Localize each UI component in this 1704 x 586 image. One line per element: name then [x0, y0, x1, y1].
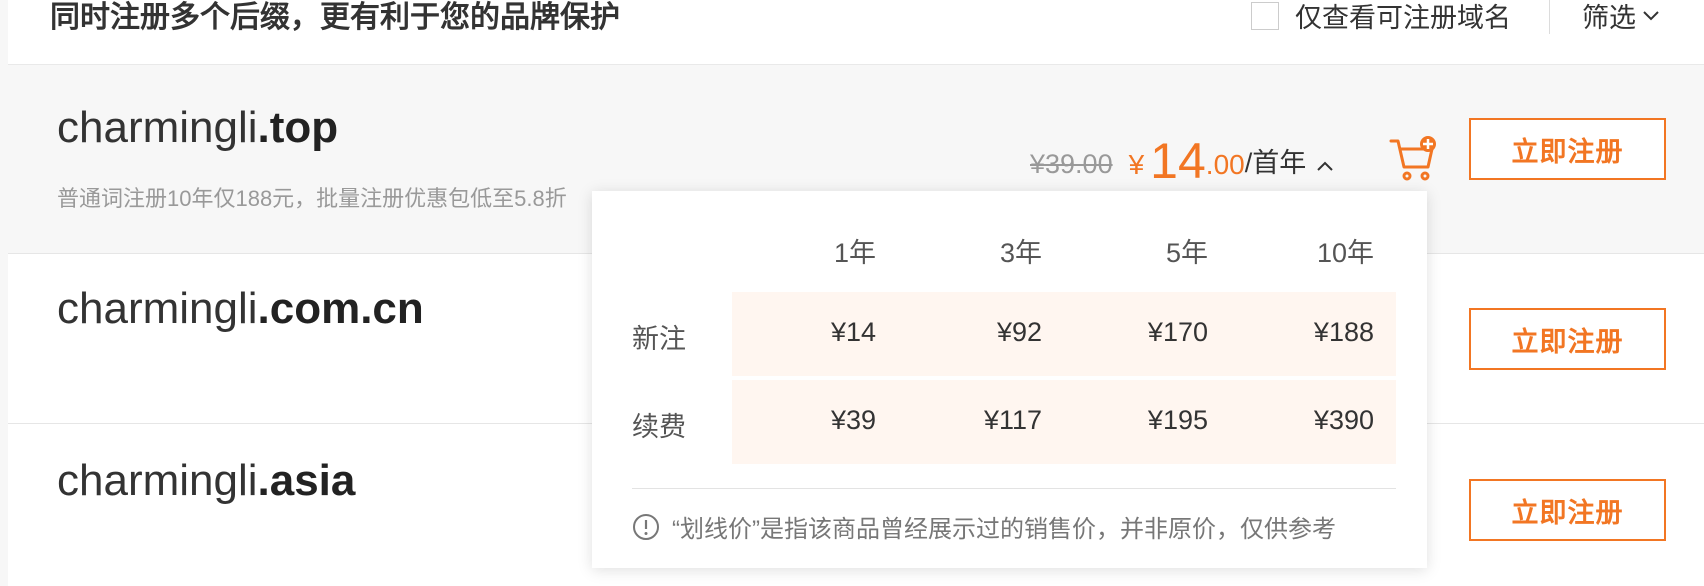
domain-suffix: .asia — [257, 456, 356, 505]
available-only-label: 仅查看可注册域名 — [1295, 3, 1511, 33]
promo-text: 普通词注册10年仅188元，批量注册优惠包低至5.8折 — [57, 186, 567, 211]
domain-base: charmingli — [57, 103, 258, 152]
register-now-button[interactable]: 立即注册 — [1469, 479, 1666, 541]
row-label-renew: 续费 — [632, 412, 686, 442]
price-currency: ¥ — [1128, 149, 1145, 180]
chevron-up-icon[interactable] — [1316, 160, 1334, 172]
price-unit: /首年 — [1244, 148, 1307, 178]
price-decimal: .00 — [1205, 149, 1245, 180]
domain-suffix: .top — [257, 103, 339, 152]
domain-base: charmingli — [57, 456, 258, 505]
chevron-down-icon — [1643, 10, 1659, 20]
domain-suffix: .com.cn — [257, 284, 424, 333]
row-label-new: 新注 — [632, 324, 686, 354]
available-only-checkbox[interactable] — [1251, 1, 1279, 30]
domain-name: charmingli.asia — [57, 456, 355, 506]
register-now-button[interactable]: 立即注册 — [1469, 308, 1666, 370]
new-price-cell: ¥92 — [996, 317, 1042, 347]
price-disclaimer: “划线价”是指该商品曾经展示过的销售价，并非原价，仅供参考 — [632, 509, 1336, 544]
renew-price-cell: ¥195 — [1147, 405, 1208, 435]
domain-name: charmingli.com.cn — [57, 284, 424, 334]
filter-dropdown[interactable]: 筛选 — [1582, 0, 1660, 35]
register-now-button[interactable]: 立即注册 — [1469, 118, 1666, 180]
year-header: 10年 — [1316, 238, 1374, 268]
price-tier-popover: 1年 3年 5年 10年 新注 ¥14 ¥92 ¥170 ¥188 续费 ¥39… — [592, 191, 1427, 568]
new-price-cell: ¥188 — [1313, 317, 1374, 347]
price-display[interactable]: ¥39.00 ¥ 14 .00 /首年 — [1030, 136, 1334, 186]
available-only-filter[interactable]: 仅查看可注册域名 — [1251, 0, 1511, 35]
new-price-cell: ¥170 — [1147, 317, 1208, 347]
list-header: 同时注册多个后缀，更有利于您的品牌保护 仅查看可注册域名 筛选 — [8, 0, 1704, 65]
disclaimer-text: “划线价”是指该商品曾经展示过的销售价，并非原价，仅供参考 — [672, 516, 1336, 543]
add-to-cart-button[interactable] — [1389, 135, 1437, 183]
new-price-cell: ¥14 — [830, 317, 876, 347]
domain-name: charmingli.top — [57, 103, 338, 153]
renew-price-cell: ¥390 — [1313, 405, 1374, 435]
original-price: ¥39.00 — [1030, 149, 1113, 179]
year-header: 3年 — [999, 238, 1042, 268]
left-rail — [0, 0, 8, 586]
domain-base: charmingli — [57, 284, 258, 333]
section-title: 同时注册多个后缀，更有利于您的品牌保护 — [50, 1, 620, 34]
renew-price-cell: ¥117 — [983, 405, 1042, 435]
popover-divider — [632, 488, 1396, 489]
filter-dropdown-label: 筛选 — [1582, 3, 1636, 33]
info-icon — [633, 513, 659, 540]
header-divider — [1549, 0, 1550, 34]
renew-price-cell: ¥39 — [830, 405, 876, 435]
year-header: 5年 — [1165, 238, 1208, 268]
price-integer: 14 — [1150, 133, 1206, 189]
cart-add-icon — [1389, 136, 1436, 181]
year-header: 1年 — [833, 238, 876, 268]
